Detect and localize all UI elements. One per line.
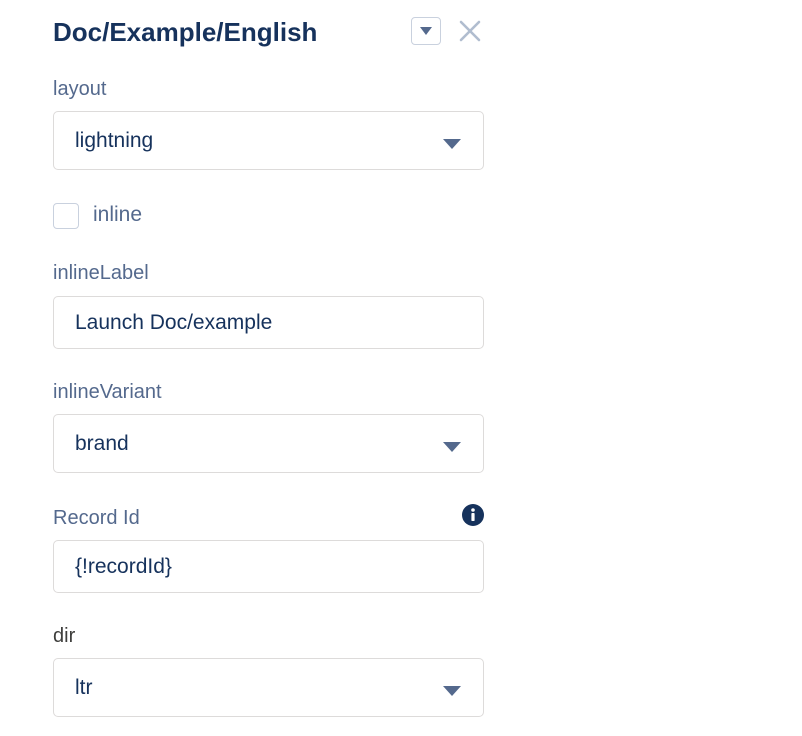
- info-icon-graphic: [462, 504, 484, 526]
- chevron-down-icon: [443, 441, 461, 452]
- record-id-input[interactable]: {!recordId}: [53, 540, 484, 593]
- close-button[interactable]: [457, 18, 483, 44]
- chevron-down-icon: [420, 27, 432, 35]
- layout-label: layout: [53, 78, 107, 100]
- dir-select-value: ltr: [75, 675, 93, 699]
- inline-label-label: inlineLabel: [53, 262, 149, 284]
- inline-label-input[interactable]: Launch Doc/example: [53, 296, 484, 349]
- inline-checkbox[interactable]: [53, 203, 79, 229]
- inline-variant-label: inlineVariant: [53, 381, 162, 403]
- record-id-label: Record Id: [53, 507, 140, 529]
- dir-label: dir: [53, 625, 76, 647]
- dir-select[interactable]: ltr: [53, 658, 484, 717]
- info-icon[interactable]: [462, 504, 484, 526]
- chevron-down-icon: [443, 138, 461, 149]
- layout-select[interactable]: lightning: [53, 111, 484, 170]
- chevron-down-icon: [443, 685, 461, 696]
- inline-variant-select[interactable]: brand: [53, 414, 484, 473]
- inline-variant-select-value: brand: [75, 431, 129, 455]
- title-menu-button[interactable]: [411, 17, 441, 45]
- inline-label-input-value: Launch Doc/example: [75, 310, 273, 334]
- component-properties-panel: Doc/Example/English layout lightning inl…: [0, 0, 802, 736]
- layout-select-value: lightning: [75, 128, 154, 152]
- inline-checkbox-label[interactable]: inline: [93, 202, 142, 228]
- record-id-input-value: {!recordId}: [75, 554, 172, 578]
- close-icon: [459, 20, 481, 42]
- panel-title: Doc/Example/English: [53, 17, 318, 47]
